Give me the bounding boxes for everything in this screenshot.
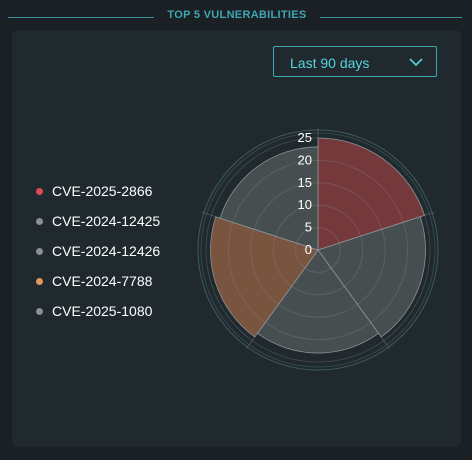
time-range-dropdown[interactable]: Last 90 days [273,46,437,77]
legend-color-dot [36,248,43,255]
legend-color-dot [36,218,43,225]
legend-color-dot [36,278,43,285]
legend-color-dot [36,188,43,195]
legend-item[interactable]: CVE-2024-7788 [34,266,194,296]
radial-tick-label: 15 [298,175,312,190]
legend-item[interactable]: CVE-2024-12425 [34,206,194,236]
legend-label: CVE-2025-1080 [52,303,153,319]
widget-title: TOP 5 VULNERABILITIES [167,9,307,21]
legend-label: CVE-2024-12426 [52,243,161,259]
legend-item[interactable]: CVE-2025-2866 [34,176,194,206]
chevron-down-icon [409,58,423,67]
polar-area-chart: 0 5 10 15 20 25 [197,128,439,371]
widget-header: TOP 5 VULNERABILITIES [0,6,472,28]
header-divider-right [320,17,462,18]
legend-label: CVE-2024-12425 [52,213,161,229]
radial-tick-label: 20 [298,152,312,167]
radial-tick-label: 10 [298,197,312,212]
legend-item[interactable]: CVE-2025-1080 [34,296,194,326]
vulnerabilities-widget: TOP 5 VULNERABILITIES Last 90 days CVE-2… [0,0,472,460]
legend-color-dot [36,308,43,315]
legend-label: CVE-2024-7788 [52,273,153,289]
radial-tick-label: 5 [305,220,312,235]
time-range-value: Last 90 days [290,55,370,71]
header-divider-left [8,17,154,18]
radial-tick-label: 0 [305,242,312,257]
chart-legend: CVE-2025-2866 CVE-2024-12425 CVE-2024-12… [34,176,194,326]
radial-tick-label: 25 [298,130,312,145]
legend-item[interactable]: CVE-2024-12426 [34,236,194,266]
legend-label: CVE-2025-2866 [52,183,153,199]
